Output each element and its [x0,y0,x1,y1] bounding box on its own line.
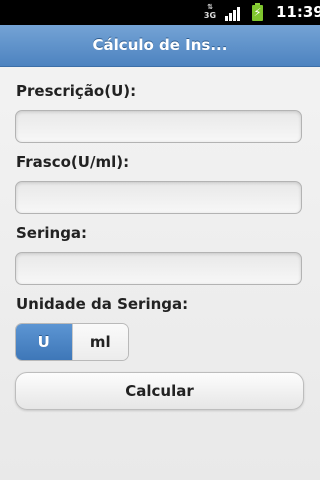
unit-selector: U ml [15,323,129,361]
app-screen: ⇅ 3G ⚡ 11:39 Cálculo de Ins... Prescrição… [0,0,320,480]
calcular-button[interactable]: Calcular [15,372,304,410]
status-time: 11:39 [276,3,320,21]
unidade-seringa-label: Unidade da Seringa: [16,295,189,313]
prescricao-label: Prescrição(U): [16,82,137,100]
unit-option-u[interactable]: U [16,324,72,360]
seringa-label: Seringa: [16,224,88,242]
seringa-input[interactable] [15,252,302,285]
unit-option-ml[interactable]: ml [71,324,128,360]
status-bar: ⇅ 3G ⚡ 11:39 [0,0,320,25]
frasco-label: Frasco(U/ml): [16,153,130,171]
prescricao-input[interactable] [15,110,302,143]
network-3g-icon: ⇅ 3G [203,3,217,20]
app-header: Cálculo de Ins... [0,25,320,67]
frasco-input[interactable] [15,181,302,214]
page-title: Cálculo de Ins... [92,36,228,54]
signal-icon [225,5,243,21]
battery-charging-icon: ⚡ [252,3,263,21]
